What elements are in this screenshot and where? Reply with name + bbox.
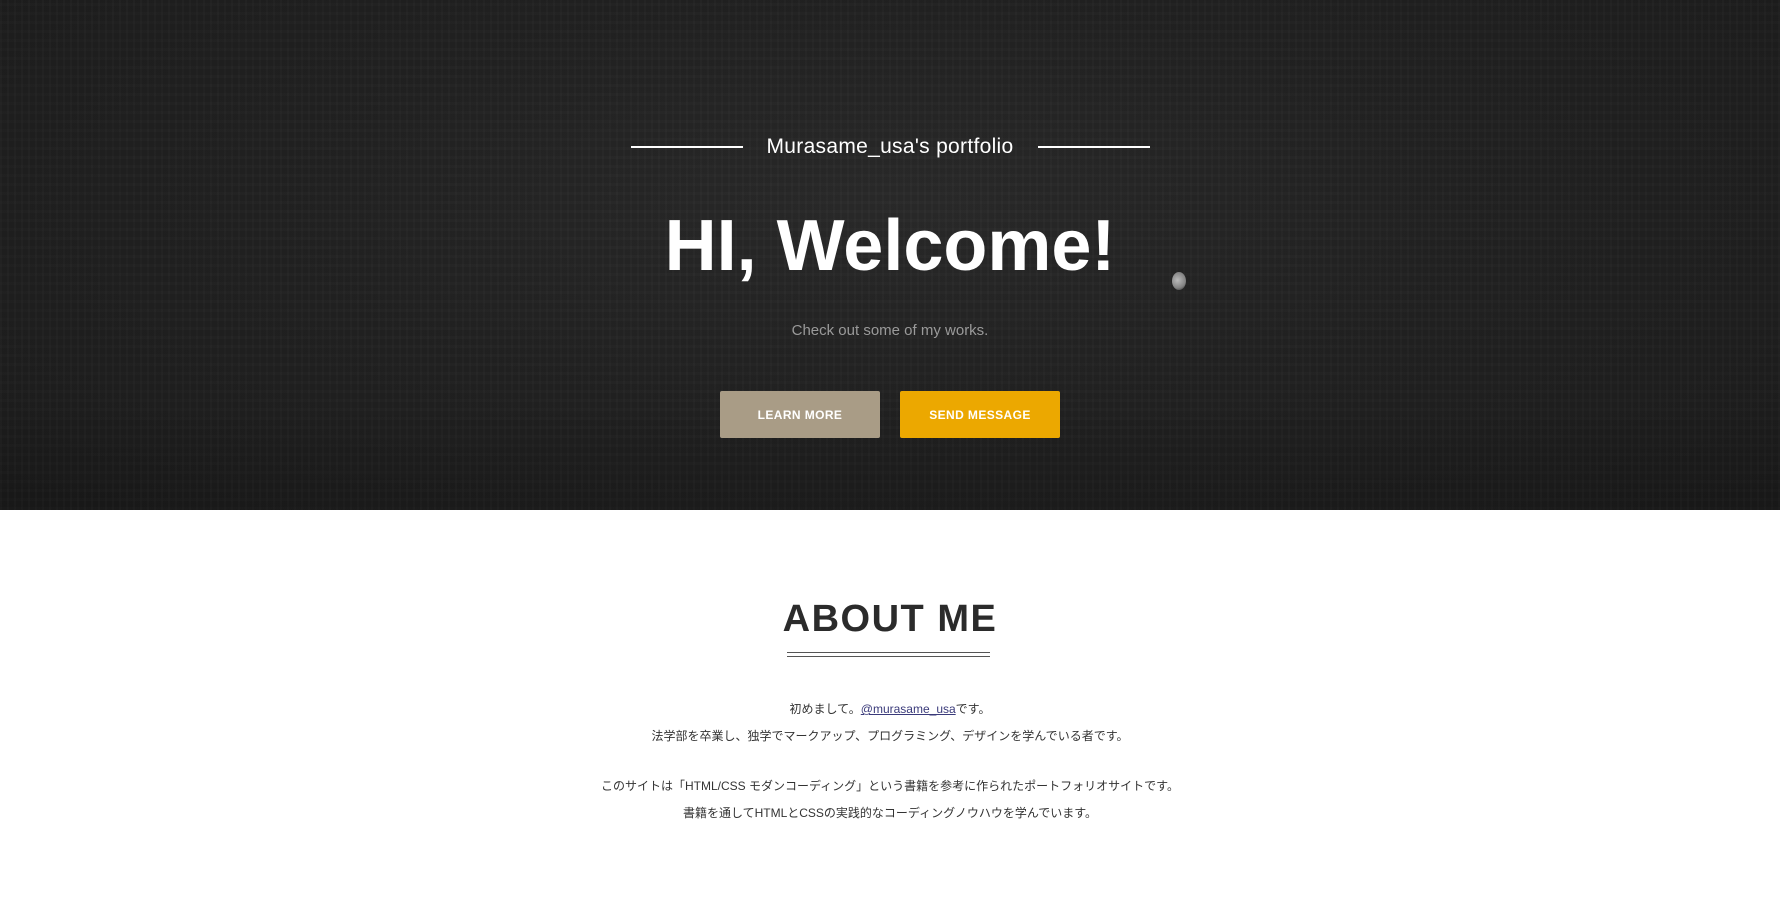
- send-message-button[interactable]: SEND MESSAGE: [900, 391, 1060, 438]
- subtitle-left-line: [630, 146, 743, 148]
- hero-lead: Check out some of my works.: [791, 322, 989, 339]
- twitter-handle-link[interactable]: @murasame_usa: [861, 702, 956, 716]
- hero-subtitle-row: Murasame_usa's portfolio: [0, 135, 1780, 159]
- about-para2-line2: 書籍を通してHTMLとCSSの実践的なコーディングノウハウを学んでいます。: [682, 806, 1098, 820]
- hero-subtitle: Murasame_usa's portfolio: [766, 135, 1014, 158]
- about-para2-line1: このサイトは「HTML/CSS モダンコーディング」という書籍を参考に作られたポ…: [601, 779, 1179, 793]
- learn-more-button[interactable]: LEARN MORE: [720, 391, 880, 438]
- about-greeting: 初めまして。: [789, 702, 861, 716]
- hero-section: Murasame_usa's portfolio HI, Welcome! Ch…: [0, 0, 1780, 510]
- about-title: ABOUT ME: [782, 598, 998, 640]
- about-para1-line2: 法学部を卒業し、独学でマークアップ、プログラミング、デザインを学んでいる者です。: [651, 729, 1129, 743]
- hero-button-row: LEARN MORE SEND MESSAGE: [0, 391, 1780, 438]
- hero-title: HI, Welcome!: [664, 206, 1116, 286]
- about-para1-line1: 初めまして。@murasame_usaです。: [0, 700, 1780, 717]
- subtitle-right-line: [1037, 146, 1150, 148]
- about-title-underline: [787, 652, 990, 657]
- about-greeting-end: です。: [955, 702, 991, 716]
